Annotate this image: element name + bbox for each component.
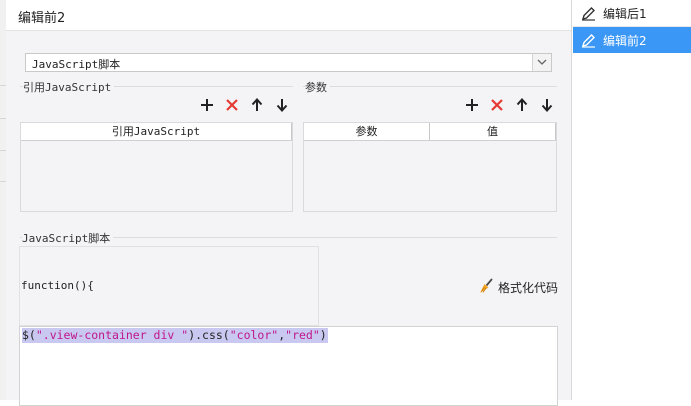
function-header: function(){ (21, 279, 94, 292)
code-string-token: ".view-container div " (35, 328, 189, 342)
list-item-label: 编辑后1 (603, 6, 647, 21)
code-editor[interactable]: $(".view-container div ").css("color","r… (19, 326, 558, 406)
param-section-label: 参数 (305, 79, 330, 95)
arrow-up-icon[interactable] (248, 96, 266, 114)
ref-js-table: 引用JavaScript (20, 122, 293, 212)
format-code-button[interactable]: 格式化代码 (478, 278, 558, 297)
format-code-label: 格式化代码 (498, 281, 559, 295)
arrow-up-icon[interactable] (513, 96, 531, 114)
broom-icon (478, 278, 494, 297)
column-header-param[interactable]: 参数 (304, 123, 430, 140)
side-list: 编辑后1 编辑前2 (573, 0, 691, 400)
param-table: 参数 值 (303, 122, 557, 212)
code-token: $( (22, 328, 36, 342)
list-item-edit-after-1[interactable]: 编辑后1 (573, 0, 691, 27)
dialog-title: 编辑前2 (18, 11, 66, 26)
plus-icon[interactable] (198, 96, 216, 114)
ref-js-section-label: 引用JavaScript (23, 79, 115, 95)
table-header: 参数 值 (304, 123, 556, 141)
script-type-select[interactable]: JavaScript脚本 (25, 53, 552, 72)
code-token: ) (319, 328, 327, 342)
js-script-section-label: JavaScript脚本 (22, 230, 114, 246)
plus-icon[interactable] (463, 96, 481, 114)
column-header-value[interactable]: 值 (430, 123, 556, 140)
column-header[interactable]: 引用JavaScript (21, 123, 292, 140)
code-line: $(".view-container div ").css("color","r… (22, 328, 328, 343)
code-string-token: "color" (229, 328, 279, 342)
red-x-icon[interactable] (223, 96, 241, 114)
arrow-down-icon[interactable] (538, 96, 556, 114)
red-x-icon[interactable] (488, 96, 506, 114)
code-string-token: "red" (285, 328, 320, 342)
pencil-icon (573, 33, 603, 48)
arrow-down-icon[interactable] (273, 96, 291, 114)
list-item-label: 编辑前2 (603, 33, 647, 48)
list-item-edit-before-2[interactable]: 编辑前2 (573, 27, 691, 53)
script-type-value: JavaScript脚本 (32, 58, 121, 71)
pencil-icon (573, 6, 603, 21)
code-token: ).css( (188, 328, 230, 342)
table-header: 引用JavaScript (21, 123, 292, 141)
section-divider (303, 86, 557, 87)
dialog-titlebar: 编辑前2 (6, 0, 571, 31)
chevron-down-icon[interactable] (532, 54, 551, 71)
js-editor-dialog: 编辑前2 JavaScript脚本 引用JavaScript 引用JavaScr… (6, 0, 572, 406)
